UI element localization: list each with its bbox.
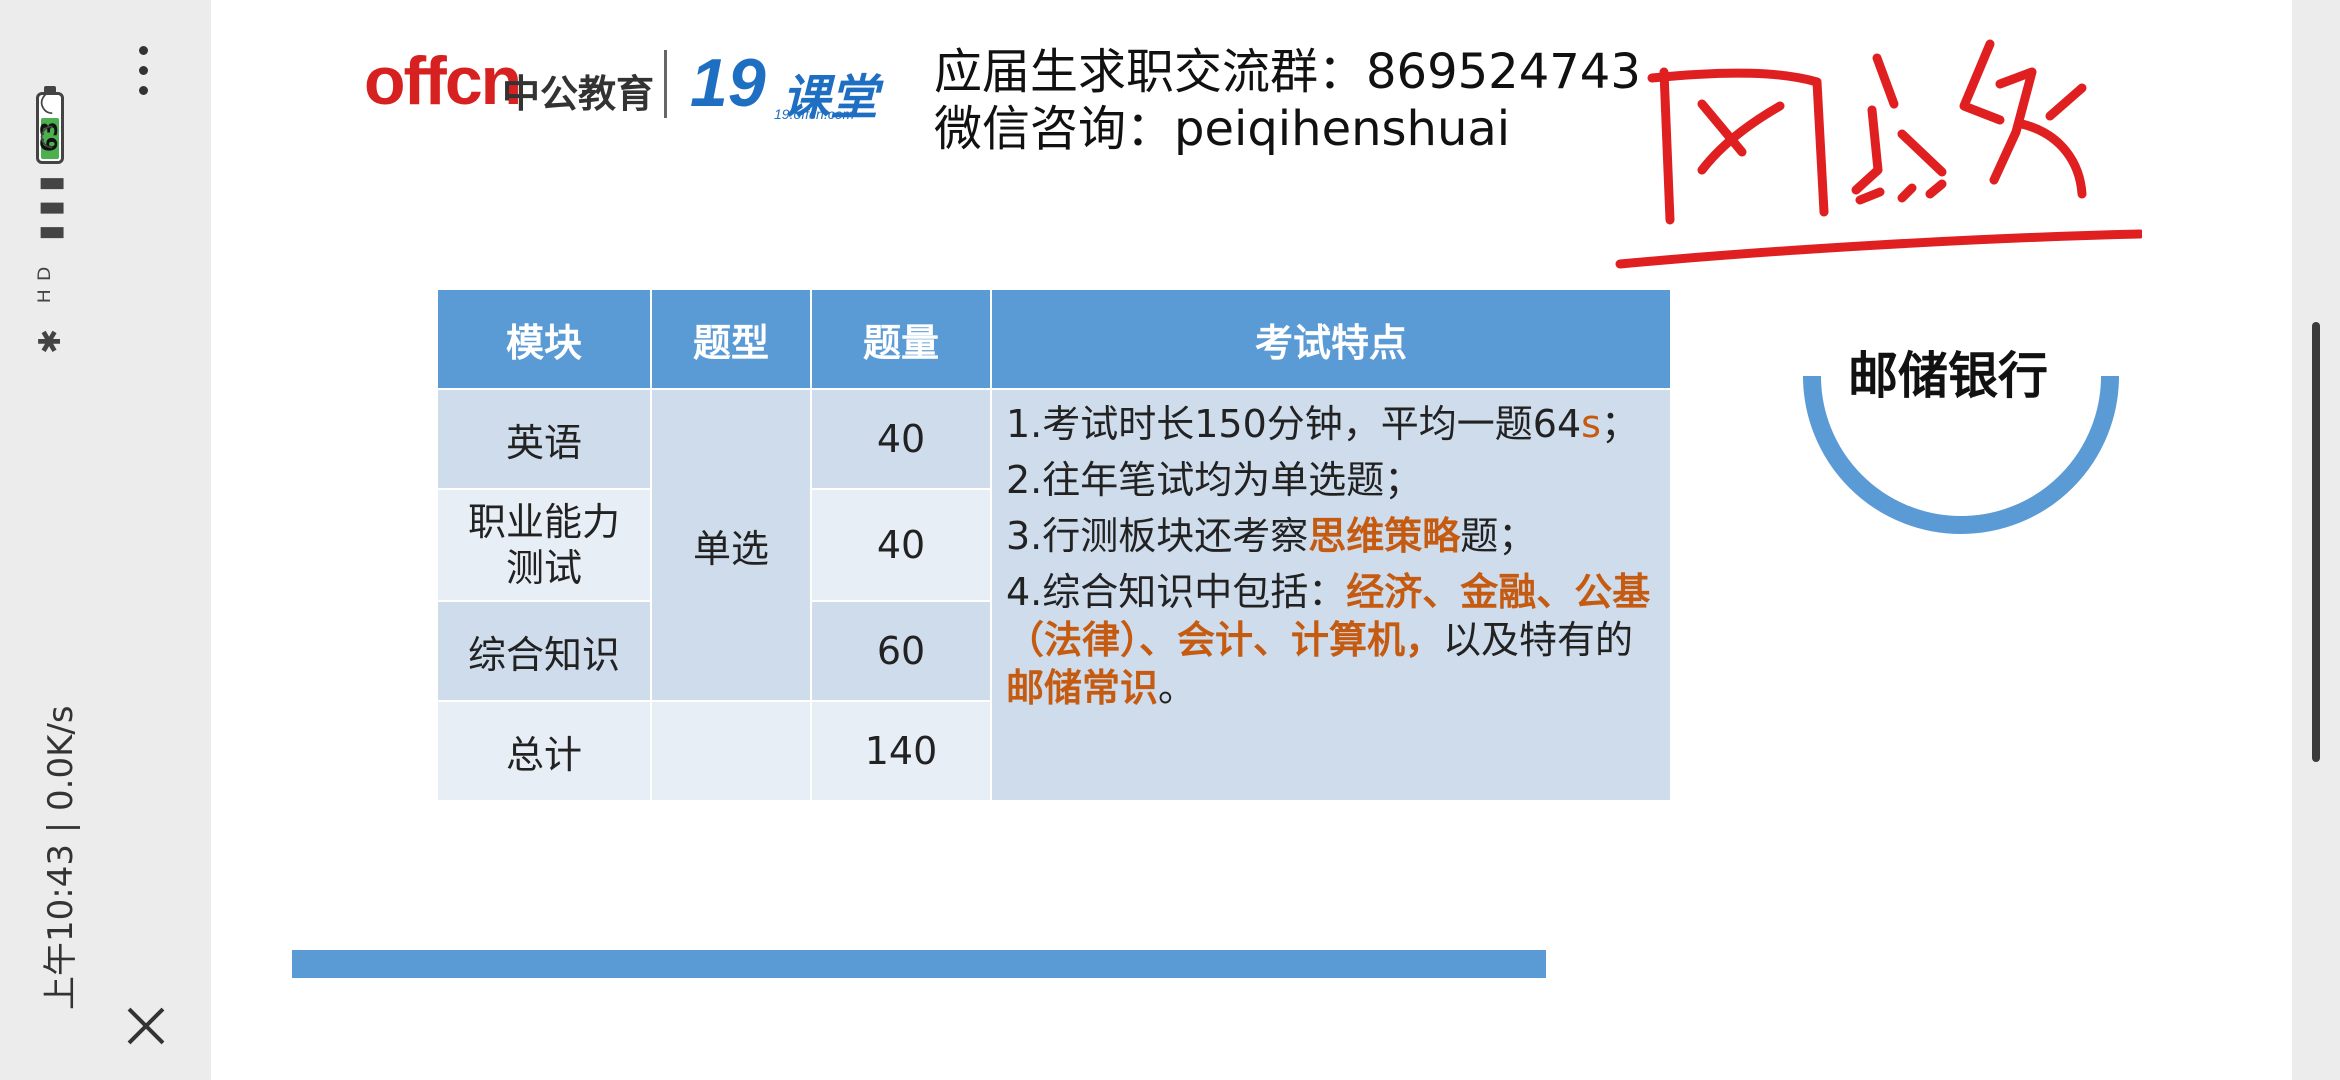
module-cell: 综合知识 <box>436 600 652 702</box>
col-header-features: 考试特点 <box>990 288 1672 390</box>
col-header-count: 题量 <box>810 288 992 390</box>
col-header-module: 模块 <box>436 288 652 390</box>
scrollbar-thumb[interactable] <box>2312 322 2320 762</box>
close-icon[interactable] <box>126 1006 166 1046</box>
handwriting-annotation <box>1615 39 2142 269</box>
table-header-row: 模块 题型 题量 考试特点 <box>436 288 1672 390</box>
feature-item-3: 3.行测板块还考察思维策略题； <box>1006 514 1537 558</box>
count-cell: 140 <box>810 700 992 802</box>
module-cell: 英语 <box>436 388 652 490</box>
status-icons: ✱ ᴴᴰ ▮▮▮ ◠◠ <box>33 81 68 354</box>
module-cell: 总计 <box>436 700 652 802</box>
status-rail: 63 ✱ ᴴᴰ ▮▮▮ ◠◠ 上午10:43 | 0.0K/s <box>0 0 211 1080</box>
feature-item-1: 1.考试时长150分钟，平均一题64s； <box>1006 402 1639 446</box>
table-row: 英语 单选 40 1.考试时长150分钟，平均一题64s； 2.往年笔试均为单选… <box>436 388 1672 802</box>
offcn-logo-cn: 中公教育 <box>502 72 655 116</box>
count-cell: 40 <box>810 388 992 490</box>
feature-item-4: 4.综合知识中包括：经济、金融、公基（法律）、会计、计算机，以及特有的邮储常识。 <box>1006 570 1651 710</box>
ketang-logo-number: 19 <box>690 45 766 121</box>
exam-structure-table: 模块 题型 题量 考试特点 英语 单选 40 1.考试时长150分钟，平均一题6… <box>436 288 1672 802</box>
bank-title: 邮储银行 <box>1848 347 2048 405</box>
logo-divider <box>664 50 667 118</box>
module-cell: 职业能力 测试 <box>436 488 652 602</box>
feature-item-2: 2.往年笔试均为单选题； <box>1006 458 1423 502</box>
status-time: 上午10:43 | 0.0K/s <box>41 705 81 1010</box>
more-vertical-icon[interactable] <box>131 46 155 106</box>
question-type-cell: 单选 <box>650 388 812 702</box>
count-cell: 40 <box>810 488 992 602</box>
contact-wechat: 微信咨询：peiqihenshuai <box>934 101 1511 157</box>
question-type-cell-empty <box>650 700 812 802</box>
count-cell: 60 <box>810 600 992 702</box>
ketang-logo-url: 19.offcn.com <box>774 106 855 122</box>
col-header-type: 题型 <box>650 288 812 390</box>
offcn-logo: offcn <box>364 43 522 119</box>
features-cell: 1.考试时长150分钟，平均一题64s； 2.往年笔试均为单选题； 3.行测板块… <box>990 388 1672 802</box>
slide-footer-bar <box>292 950 1546 978</box>
